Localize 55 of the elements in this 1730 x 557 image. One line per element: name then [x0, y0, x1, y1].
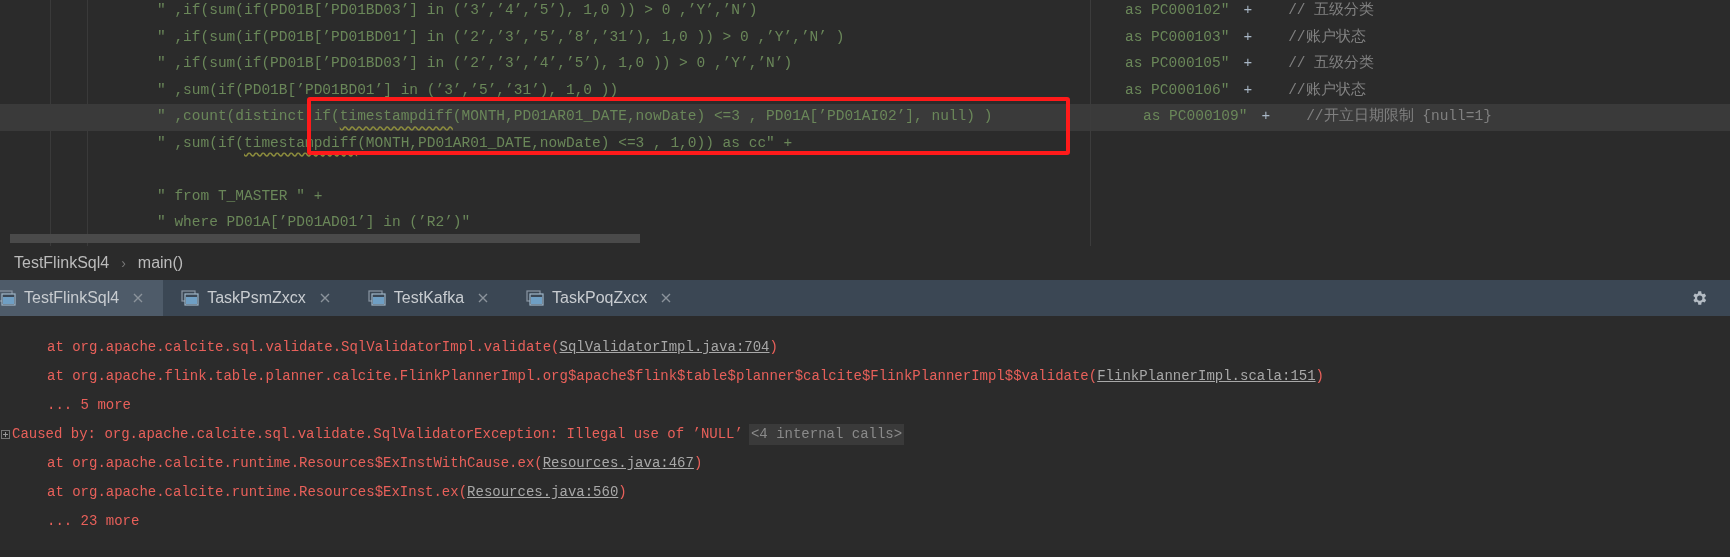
code-comment: //开立日期限制 {null=1}	[1306, 106, 1492, 127]
close-icon[interactable]	[661, 293, 672, 303]
stack-frame: at org.apache.calcite.runtime.Resources$ExInst.ex(	[47, 482, 468, 503]
code-text: as PC000103″	[1125, 27, 1230, 47]
window-icon	[0, 290, 16, 306]
paren-text: )	[693, 454, 703, 473]
window-icon	[367, 290, 386, 306]
code-comment: //账户状态	[1288, 80, 1366, 100]
plus-operator: +	[1243, 80, 1253, 100]
code-line: ″ ,count(distinct if(timestampdiff(MONTH,PD01AR01_DATE,nowDate) <=3 , PD01A[’PD01AI02’], null) )	[157, 107, 993, 127]
code-line: ″ ,if(sum(if(PD01B[’PD01BD01’] in (’2’,’3’,’5’,’8’,’31’), 1,0 )) > 0 ,’Y’,’N’ )	[157, 27, 845, 47]
code-comment: //账户状态	[1288, 27, 1366, 47]
run-tab[interactable]: TestKafka	[359, 280, 509, 316]
plus-operator: +	[1243, 27, 1253, 47]
source-link[interactable]: Resources.java:467	[542, 453, 694, 474]
window-icon	[526, 290, 545, 306]
internal-calls-badge[interactable]: <4 internal calls>	[748, 424, 905, 445]
plus-operator: +	[1243, 54, 1253, 74]
stack-frame: at org.apache.calcite.runtime.Resources$ExInstWithCause.ex(	[47, 453, 543, 474]
code-comment: // 五级分类	[1288, 53, 1375, 74]
exception-message: Caused by: org.apache.calcite.sql.validate.SqlValidatorException: Illegal use of ’NULL’	[12, 425, 743, 444]
code-line: ″ ,if(sum(if(PD01B[’PD01BD03’] in (’3’,’4’,’5’), 1,0 )) > 0 ,’Y’,’N’)	[157, 1, 758, 21]
horizontal-scrollbar[interactable]	[10, 234, 640, 243]
paren-text: )	[1315, 367, 1324, 386]
paren-text: )	[769, 338, 778, 357]
stack-frame: at org.apache.calcite.sql.validate.SqlValidatorImpl.validate(	[47, 337, 560, 358]
close-icon[interactable]	[478, 293, 489, 303]
close-icon[interactable]	[319, 293, 330, 303]
close-icon[interactable]	[133, 293, 144, 303]
more-frames-text: ... 5 more	[47, 396, 131, 415]
code-text: as PC000105″	[1125, 54, 1230, 74]
source-link[interactable]: SqlValidatorImpl.java:704	[559, 337, 770, 358]
window-icon	[181, 290, 200, 306]
code-text: as PC000102″	[1125, 1, 1230, 21]
run-tab[interactable]: TaskPsmZxcx	[173, 280, 350, 316]
paren-text: )	[618, 483, 627, 502]
breadcrumb-item[interactable]: TestFlinkSql4	[14, 251, 110, 275]
expand-icon[interactable]	[1, 430, 10, 439]
more-frames-text: ... 23 more	[47, 512, 140, 531]
breadcrumb-separator: ›	[121, 253, 126, 273]
code-line: ″ ,if(sum(if(PD01B[’PD01BD03’] in (’2’,’3’,’4’,’5’), 1,0 )) > 0 ,’Y’,’N’)	[157, 54, 793, 74]
run-tab[interactable]: TestFlinkSql4	[0, 280, 164, 316]
source-link[interactable]: Resources.java:560	[467, 482, 619, 503]
code-line: ″ ,sum(if(PD01B[’PD01BD01’] in (’3’,’5’,’31’), 1,0 ))	[157, 80, 619, 100]
code-text: as PC000106″	[1125, 80, 1230, 100]
code-comment: // 五级分类	[1288, 0, 1375, 21]
breadcrumb-item[interactable]: main()	[137, 251, 184, 275]
plus-operator: +	[1243, 1, 1253, 21]
code-text: as PC000109″	[1143, 107, 1248, 127]
source-link[interactable]: FlinkPlannerImpl.scala:151	[1097, 366, 1316, 387]
code-line: ″ from T_MASTER ″ +	[157, 186, 323, 206]
plus-operator: +	[1261, 107, 1271, 127]
stack-frame: at org.apache.flink.table.planner.calcite.FlinkPlannerImpl.org$apache$flink$table$planner$calcite$FlinkPlannerImpl$$validate(	[47, 366, 1098, 387]
run-tab[interactable]: TaskPoqZxcx	[518, 280, 692, 316]
code-line: ″ where PD01A[’PD01AD01’] in (’R2’)″	[157, 213, 471, 233]
